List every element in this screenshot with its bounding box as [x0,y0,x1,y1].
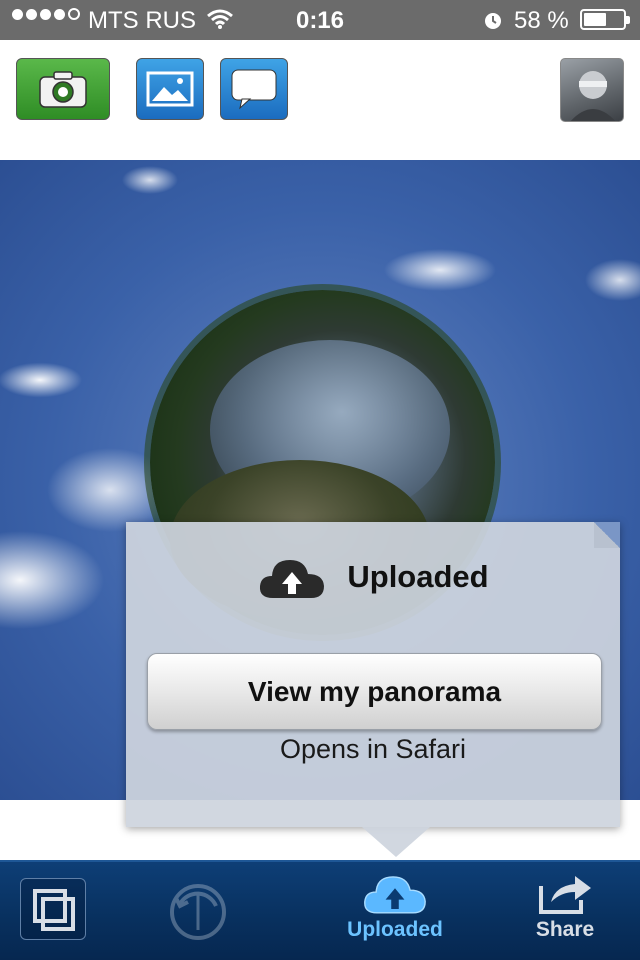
tab-uploaded-label: Uploaded [347,918,443,941]
cloud-upload-icon [260,560,325,598]
tab-stack[interactable] [20,878,86,940]
user-avatar [570,71,616,121]
tab-rotate[interactable] [166,880,230,944]
page-curl [594,522,620,548]
opens-in-safari-note: Opens in Safari [279,734,467,764]
rotate-icon [170,884,226,940]
tab-bar: Uploaded Share [0,860,640,960]
top-toolbar [0,40,640,160]
stack-icon [33,889,75,931]
tab-share-label: Share [535,918,595,941]
popover-header: Uploaded [126,552,620,602]
camera-icon [39,71,87,108]
view-panorama-button[interactable]: View my panorama [147,653,602,730]
popover-pointer [362,827,430,857]
alarm-icon [485,13,501,29]
image-icon [146,71,194,107]
speech-bubble-icon [231,69,277,110]
avatar[interactable] [560,58,624,122]
upload-popover: Uploaded View my panorama Opens in Safar… [126,522,620,857]
gallery-button[interactable] [136,58,204,120]
tab-uploaded[interactable]: Uploaded [335,870,455,960]
share-icon [539,876,591,914]
popover-title: Uploaded [347,559,489,594]
status-bar: MTS RUS 0:16 58 % [0,0,640,40]
cloud-upload-icon [364,876,426,914]
battery-icon [580,9,630,30]
tab-share[interactable]: Share [520,870,610,960]
battery-percent: 58 % [514,7,569,34]
camera-button[interactable] [16,58,110,120]
chat-button[interactable] [220,58,288,120]
